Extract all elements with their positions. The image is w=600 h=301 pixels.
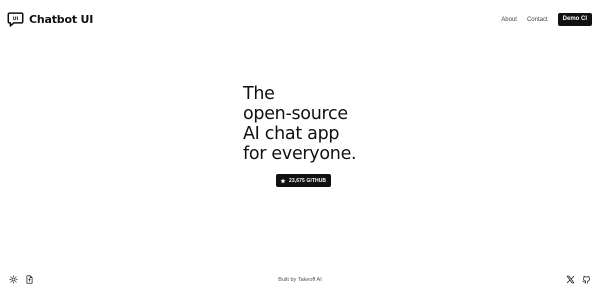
chat-bubble-logo-icon: UI <box>7 12 24 27</box>
footer-right-icons <box>566 275 591 284</box>
top-nav: About Contact Demo CI <box>501 13 592 26</box>
brand-name: Chatbot UI <box>29 13 94 26</box>
star-icon <box>280 178 286 183</box>
github-stars-button[interactable]: 23,675 GITHUB <box>276 174 332 187</box>
nav-contact-link[interactable]: Contact <box>527 14 548 26</box>
page: UI Chatbot UI About Contact Demo CI The … <box>0 0 600 301</box>
hero-line-3: AI chat app <box>243 124 340 144</box>
x-logo-icon[interactable] <box>566 275 575 284</box>
footer-credit-link[interactable]: Built by Takeoff AI <box>278 277 322 283</box>
hero-line-2: open-source <box>243 104 348 124</box>
github-stars-label: 23,675 GITHUB <box>289 177 327 184</box>
footer-credit: Built by Takeoff AI <box>0 277 600 283</box>
brand-link[interactable]: UI Chatbot UI <box>7 11 93 28</box>
header: UI Chatbot UI About Contact Demo CI <box>0 0 600 40</box>
svg-text:UI: UI <box>13 16 19 22</box>
nav-about-link[interactable]: About <box>501 14 517 26</box>
github-icon[interactable] <box>582 275 591 284</box>
hero-heading: The open-source AI chat app for everyone… <box>243 84 357 164</box>
hero-line-1: The <box>243 84 275 104</box>
demo-button[interactable]: Demo CI <box>557 13 592 26</box>
hero-line-4: for everyone. <box>243 144 357 164</box>
